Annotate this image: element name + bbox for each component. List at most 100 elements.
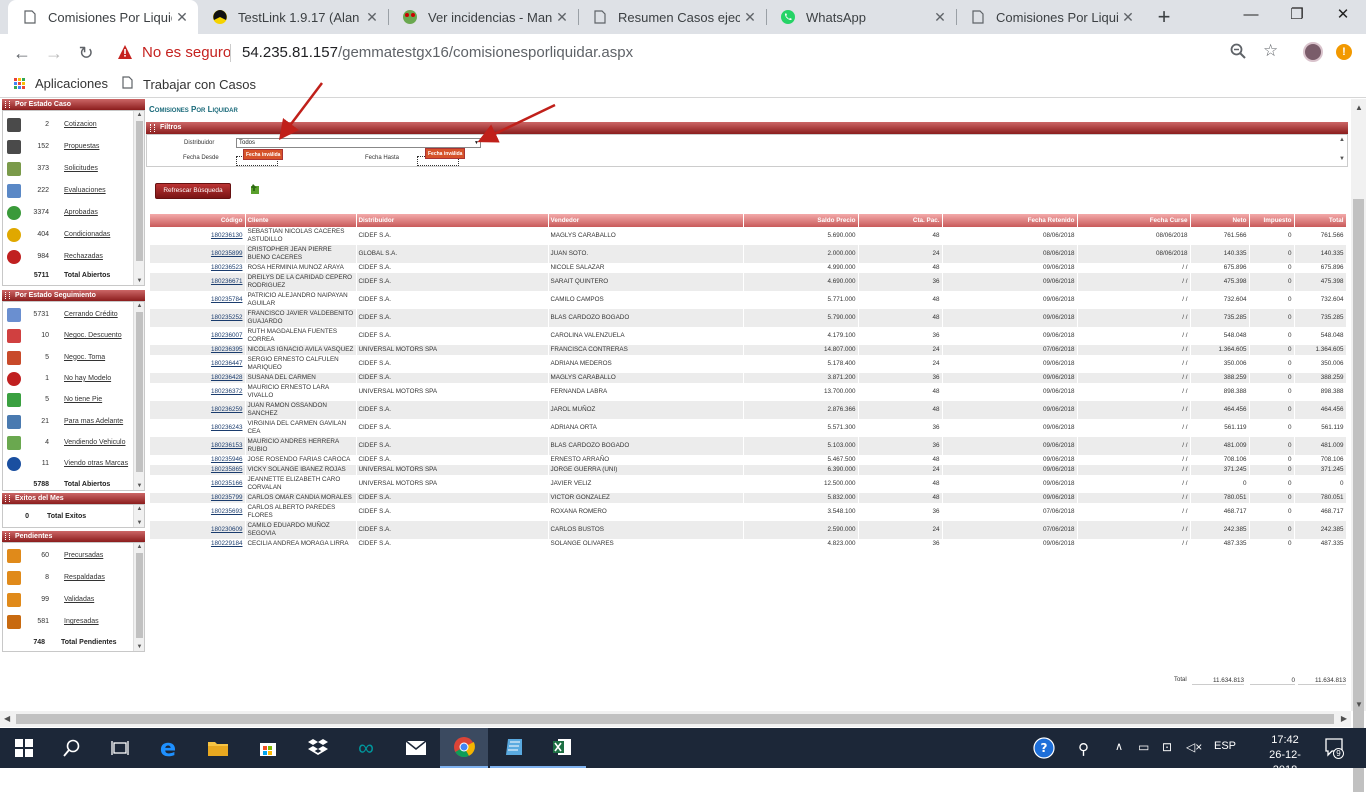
zoom-icon[interactable] — [1230, 43, 1246, 64]
tab-mantis[interactable]: Ver incidencias - Mantis ✕ — [388, 0, 578, 34]
codigo-link[interactable]: 180235946 — [211, 456, 243, 463]
notification-center[interactable]: 9 — [1325, 737, 1345, 762]
page-horizontal-scrollbar[interactable]: ◀ ▶ — [0, 711, 1351, 727]
sidebar-item-label[interactable]: Propuestas — [64, 143, 130, 151]
codigo-link[interactable]: 180229184 — [211, 540, 243, 547]
sidebar-item-label[interactable]: Solicitudes — [64, 165, 130, 173]
people-icon[interactable]: ⚲ — [1078, 740, 1089, 758]
codigo-link[interactable]: 180236447 — [211, 360, 243, 367]
sidebar-item-label[interactable]: Ingresadas — [64, 618, 130, 626]
codigo-link[interactable]: 180236523 — [211, 264, 243, 271]
arduino-taskbar-button[interactable]: ∞ — [342, 728, 390, 768]
sidebar-item-cotizacion[interactable]: 2 Cotizacion — [3, 114, 133, 136]
chevron-up-icon[interactable]: ∧ — [1115, 740, 1123, 753]
sidebar-item-label[interactable]: Vendiendo Vehiculo — [64, 439, 130, 447]
forward-button[interactable]: → — [40, 40, 68, 66]
codigo-link[interactable]: 180235899 — [211, 250, 243, 257]
codigo-link[interactable]: 180236153 — [211, 442, 243, 449]
codigo-link[interactable]: 180235252 — [211, 314, 243, 321]
page-vertical-scrollbar[interactable]: ▲ ▼ — [1351, 99, 1366, 792]
sidebar-item-label[interactable]: Negoc. Descuento — [64, 332, 130, 340]
sidebar-item-no-hay-modelo[interactable]: 1 No hay Modelo — [3, 368, 133, 390]
volume-mute-icon[interactable]: ◁× — [1186, 740, 1202, 754]
column-header[interactable]: Total — [1294, 214, 1347, 227]
sidebar-item-no-tiene-pie[interactable]: 5 No tiene Pie — [3, 389, 133, 411]
sidebar-item-respaldadas[interactable]: 8 Respaldadas — [3, 567, 133, 589]
sidebar-item-label[interactable]: No tiene Pie — [64, 396, 130, 404]
bookmark-aplicaciones[interactable]: Aplicaciones — [14, 76, 108, 91]
excel-taskbar-button[interactable] — [538, 728, 586, 768]
export-excel-icon[interactable] — [250, 183, 260, 195]
sidebar-item-label[interactable]: Viendo otras Marcas — [64, 460, 130, 468]
panel-scrollbar[interactable]: ▲ ▼ — [133, 302, 144, 490]
start-button[interactable] — [0, 728, 48, 768]
sidebar-item-label[interactable]: Aprobadas — [64, 209, 130, 217]
column-header[interactable]: Código — [150, 214, 246, 227]
sidebar-item-propuestas[interactable]: 152 Propuestas — [3, 136, 133, 158]
panel-scrollbar[interactable]: ▲ ▼ — [133, 505, 144, 527]
dropbox-taskbar-button[interactable] — [294, 728, 342, 768]
edge-taskbar-button[interactable]: e — [144, 728, 192, 768]
codigo-link[interactable]: 180235784 — [211, 296, 243, 303]
close-icon[interactable]: ✕ — [930, 9, 950, 26]
reload-button[interactable]: ↻ — [72, 40, 100, 66]
sidebar-item-label[interactable]: Respaldadas — [64, 574, 130, 582]
sidebar-item-label[interactable]: Validadas — [64, 596, 130, 604]
codigo-link[interactable]: 180236395 — [211, 346, 243, 353]
codigo-link[interactable]: 180235693 — [211, 508, 243, 515]
sidebar-item-label[interactable]: Condicionadas — [64, 231, 130, 239]
codigo-link[interactable]: 180236243 — [211, 424, 243, 431]
sidebar-item-label[interactable]: Precursadas — [64, 552, 130, 560]
codigo-link[interactable]: 180230609 — [211, 526, 243, 533]
back-button[interactable]: ← — [8, 40, 36, 66]
mail-taskbar-button[interactable] — [392, 728, 440, 768]
sidebar-item-label[interactable]: No hay Modelo — [64, 375, 130, 383]
sidebar-item-label[interactable]: Cerrando Crédito — [64, 311, 130, 319]
clock[interactable]: 17:42 26-12-2018 — [1260, 733, 1310, 778]
search-button[interactable] — [48, 728, 96, 768]
codigo-link[interactable]: 180236671 — [211, 278, 243, 285]
close-icon[interactable]: ✕ — [1118, 9, 1138, 26]
column-header[interactable]: Cta. Pac. — [858, 214, 943, 227]
bookmark-trabajar-con-casos[interactable]: Trabajar con Casos — [122, 76, 256, 92]
minimize-button[interactable]: — — [1228, 0, 1274, 30]
codigo-link[interactable]: 180235799 — [211, 494, 243, 501]
app-taskbar-button[interactable] — [490, 728, 538, 768]
sidebar-item-precursadas[interactable]: 60 Precursadas — [3, 545, 133, 567]
sidebar-item-vendiendo-vehiculo[interactable]: 4 Vendiendo Vehiculo — [3, 432, 133, 454]
scroll-down-icon[interactable]: ▼ — [1339, 156, 1345, 162]
chrome-taskbar-button[interactable] — [440, 728, 488, 768]
tab-comisiones-2[interactable]: Comisiones Por Liquidar ✕ — [956, 0, 1144, 34]
new-tab-button[interactable]: + — [1150, 4, 1178, 30]
column-header[interactable]: Cliente — [245, 214, 357, 227]
codigo-link[interactable]: 180235166 — [211, 480, 243, 487]
tab-whatsapp[interactable]: WhatsApp ✕ — [766, 0, 956, 34]
sidebar-item-ingresadas[interactable]: 581 Ingresadas — [3, 611, 133, 633]
column-header[interactable]: Distribuidor — [356, 214, 549, 227]
url-text[interactable]: 54.235.81.157/gemmatestgx16/comisionespo… — [242, 44, 633, 61]
column-header[interactable]: Saldo Precio — [743, 214, 859, 227]
sidebar-item-negoc-toma[interactable]: 5 Negoc. Toma — [3, 347, 133, 369]
sidebar-item-aprobadas[interactable]: 3374 Aprobadas — [3, 202, 133, 224]
sidebar-item-label[interactable]: Cotizacion — [64, 121, 130, 129]
scroll-up-icon[interactable]: ▲ — [1339, 137, 1345, 143]
sidebar-item-negoc-descuento[interactable]: 10 Negoc. Descuento — [3, 325, 133, 347]
star-icon[interactable]: ☆ — [1263, 41, 1278, 61]
codigo-link[interactable]: 180236007 — [211, 332, 243, 339]
codigo-link[interactable]: 180235865 — [211, 466, 243, 473]
close-window-button[interactable]: ✕ — [1320, 0, 1366, 30]
sidebar-item-label[interactable]: Negoc. Toma — [64, 354, 130, 362]
avatar[interactable] — [1303, 42, 1323, 62]
close-icon[interactable]: ✕ — [172, 9, 192, 26]
close-icon[interactable]: ✕ — [552, 9, 572, 26]
explorer-taskbar-button[interactable] — [194, 728, 242, 768]
sidebar-item-viendo-otras-marcas[interactable]: 11 Viendo otras Marcas — [3, 453, 133, 475]
sidebar-item-label[interactable]: Evaluaciones — [64, 187, 130, 195]
close-icon[interactable]: ✕ — [740, 9, 760, 26]
update-icon[interactable]: ! — [1336, 44, 1352, 60]
panel-scrollbar[interactable]: ▲ ▼ — [133, 543, 144, 651]
tab-comisiones[interactable]: Comisiones Por Liquidar ✕ — [8, 0, 198, 34]
sidebar-item-rechazadas[interactable]: 984 Rechazadas — [3, 246, 133, 268]
column-header[interactable]: Vendedor — [548, 214, 744, 227]
close-icon[interactable]: ✕ — [362, 9, 382, 26]
